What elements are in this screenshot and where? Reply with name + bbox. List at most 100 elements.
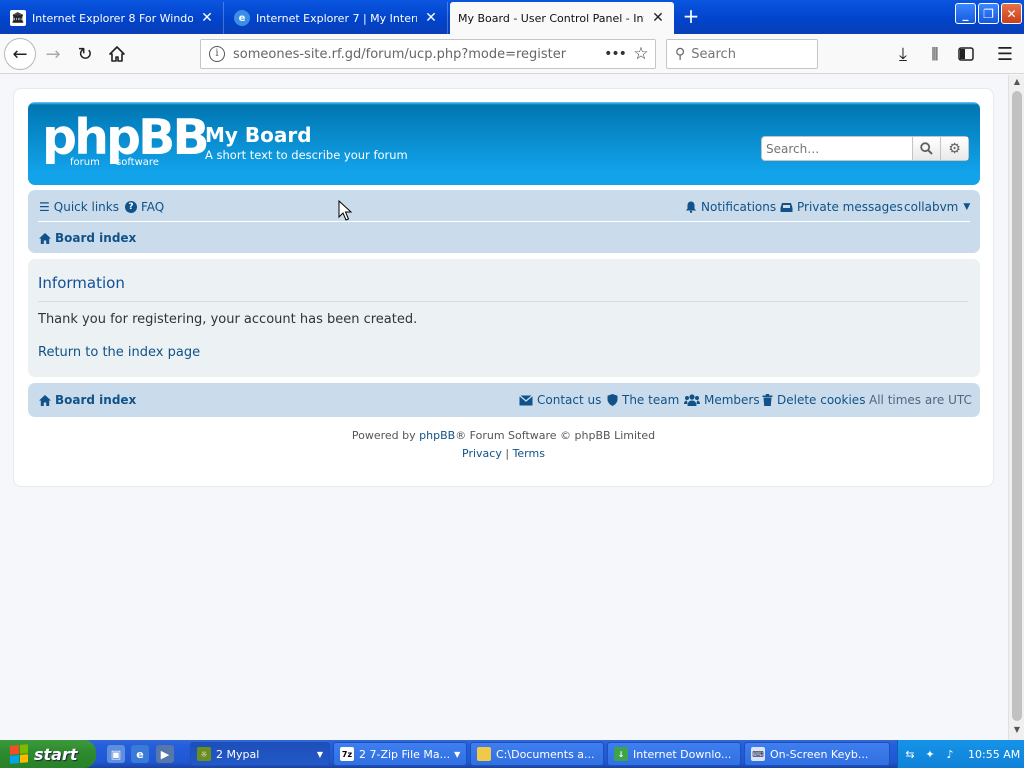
notifications-label: Notifications bbox=[701, 200, 777, 214]
footer-separator: | bbox=[501, 447, 513, 460]
caret-down-icon: ▼ bbox=[316, 749, 323, 759]
start-button[interactable]: start bbox=[0, 740, 96, 768]
browser-tab-my-board[interactable]: My Board - User Control Panel - Informat… bbox=[450, 2, 674, 34]
page-wrap: phpBB forum software My Board A short te… bbox=[13, 88, 994, 487]
quick-links-label: Quick links bbox=[53, 200, 119, 214]
close-tab-icon[interactable]: ✕ bbox=[199, 10, 215, 26]
logo-subtext-left: forum bbox=[70, 157, 100, 168]
home-button[interactable] bbox=[102, 39, 132, 69]
windows-logo-icon bbox=[10, 744, 28, 764]
registration-message: Thank you for registering, your account … bbox=[38, 312, 418, 327]
close-tab-icon[interactable]: ✕ bbox=[650, 10, 666, 26]
private-messages-link[interactable]: Private messages bbox=[780, 200, 903, 214]
board-search-input[interactable] bbox=[762, 137, 912, 160]
contact-us-link[interactable]: Contact us bbox=[519, 393, 601, 407]
page-scrollbar[interactable]: ▲ ▼ bbox=[1008, 75, 1024, 740]
phpbb-logo[interactable]: phpBB forum software bbox=[42, 110, 210, 172]
board-search-button[interactable] bbox=[912, 137, 940, 160]
panel-title: Information bbox=[38, 274, 125, 292]
windows-taskbar: start ▣ e ▶ ☼ 2 Mypal ▼ 7z 2 7-Zip File … bbox=[0, 740, 1024, 768]
hamburger-icon: ☰ bbox=[996, 43, 1014, 65]
browser-search-input[interactable] bbox=[691, 46, 802, 62]
breadcrumb-label: Board index bbox=[55, 231, 137, 245]
sidebar-button[interactable] bbox=[951, 39, 981, 69]
close-tab-icon[interactable]: ✕ bbox=[423, 10, 439, 26]
forum-header: phpBB forum software My Board A short te… bbox=[28, 102, 980, 185]
tab-title: Internet Explorer 8 For Windows XP bbox=[32, 11, 193, 25]
breadcrumb-label: Board index bbox=[55, 393, 137, 407]
back-button[interactable]: ← bbox=[4, 38, 36, 70]
search-icon: ⚲ bbox=[675, 46, 686, 62]
url-text[interactable]: someones-site.rf.gd/forum/ucp.php?mode=r… bbox=[233, 47, 603, 62]
logo-subtext-right: software bbox=[116, 157, 159, 168]
library-button[interactable]: ⫼ bbox=[920, 39, 950, 69]
taskbar-item-explorer-folder[interactable]: C:\Documents a... bbox=[470, 742, 604, 766]
caret-down-icon: ▼ bbox=[963, 202, 971, 212]
browser-tab-ie7[interactable]: e Internet Explorer 7 | My Internet Expl… bbox=[226, 2, 448, 34]
taskbar-item-internet-download-manager[interactable]: ↓ Internet Downlo... bbox=[607, 742, 741, 766]
notifications-link[interactable]: Notifications bbox=[685, 200, 776, 214]
browser-search-box[interactable]: ⚲ bbox=[666, 39, 818, 69]
privacy-link[interactable]: Privacy bbox=[462, 447, 502, 460]
internet-explorer-icon[interactable]: e bbox=[131, 745, 149, 763]
username-label: collabvm bbox=[904, 200, 959, 214]
task-label: Internet Downlo... bbox=[633, 747, 732, 761]
shield-tray-icon[interactable]: ✦ bbox=[922, 746, 938, 762]
bookmark-star-icon[interactable]: ☆ bbox=[627, 44, 655, 64]
show-desktop-icon[interactable]: ▣ bbox=[107, 745, 125, 763]
advanced-search-button[interactable]: ⚙ bbox=[940, 137, 968, 160]
more-actions-icon[interactable]: ••• bbox=[603, 46, 627, 62]
scroll-down-arrow-icon[interactable]: ▼ bbox=[1011, 725, 1023, 737]
shield-icon bbox=[607, 394, 618, 406]
the-team-link[interactable]: The team bbox=[607, 393, 679, 407]
taskbar-item-7zip[interactable]: 7z 2 7-Zip File Ma... ▼ bbox=[333, 742, 467, 766]
maximize-button[interactable]: ❐ bbox=[978, 3, 999, 24]
terms-link[interactable]: Terms bbox=[513, 447, 545, 460]
minimize-button[interactable]: _ bbox=[955, 3, 976, 24]
scroll-up-arrow-icon[interactable]: ▲ bbox=[1011, 77, 1023, 89]
contact-label: Contact us bbox=[537, 393, 602, 407]
delete-cookies-label: Delete cookies bbox=[777, 393, 866, 407]
ie-icon: e bbox=[234, 10, 250, 26]
downloads-button[interactable]: ⤓ bbox=[888, 39, 918, 69]
download-icon: ⤓ bbox=[899, 43, 907, 65]
faq-label: FAQ bbox=[141, 200, 165, 214]
volume-icon[interactable]: ♪ bbox=[942, 746, 958, 762]
taskbar-item-on-screen-keyboard[interactable]: ⌨ On-Screen Keyb... bbox=[744, 742, 890, 766]
close-window-button[interactable]: ✕ bbox=[1001, 3, 1022, 24]
folder-icon bbox=[477, 747, 491, 761]
network-icon[interactable]: ⇆ bbox=[902, 746, 918, 762]
new-tab-button[interactable]: + bbox=[680, 6, 702, 28]
return-to-index-link[interactable]: Return to the index page bbox=[38, 345, 200, 360]
info-icon[interactable]: i bbox=[209, 46, 225, 62]
forward-button[interactable]: → bbox=[38, 39, 68, 69]
quick-links-menu[interactable]: ☰ Quick links bbox=[39, 200, 119, 214]
mouse-cursor-icon bbox=[338, 200, 352, 221]
user-menu[interactable]: collabvm ▼ bbox=[904, 200, 970, 214]
task-label: 2 7-Zip File Ma... bbox=[359, 747, 451, 761]
members-link[interactable]: Members bbox=[684, 393, 760, 407]
home-icon bbox=[39, 232, 51, 244]
breadcrumb-board-index[interactable]: Board index bbox=[39, 231, 136, 245]
phpbb-link[interactable]: phpBB bbox=[419, 429, 455, 442]
reload-button[interactable]: ↻ bbox=[70, 39, 100, 69]
menu-button[interactable]: ☰ bbox=[990, 39, 1020, 69]
media-player-icon[interactable]: ▶ bbox=[156, 745, 174, 763]
footer-links: Privacy | Terms bbox=[14, 447, 993, 460]
page-viewport: phpBB forum software My Board A short te… bbox=[0, 75, 1008, 740]
faq-link[interactable]: ? FAQ bbox=[125, 200, 164, 214]
home-icon bbox=[109, 46, 125, 62]
mypal-icon: ☼ bbox=[197, 747, 211, 761]
timezone-notice: All times are UTC bbox=[869, 393, 972, 407]
forum-navbar: ☰ Quick links ? FAQ Notifications Privat… bbox=[28, 190, 980, 253]
delete-cookies-link[interactable]: Delete cookies bbox=[762, 393, 865, 407]
team-label: The team bbox=[622, 393, 680, 407]
task-label: On-Screen Keyb... bbox=[770, 747, 869, 761]
browser-tab-ie8[interactable]: 🏛 Internet Explorer 8 For Windows XP ✕ bbox=[2, 2, 224, 34]
footer-breadcrumb-board-index[interactable]: Board index bbox=[39, 393, 136, 407]
copyright-prefix: Powered by bbox=[351, 429, 420, 442]
taskbar-item-mypal[interactable]: ☼ 2 Mypal ▼ bbox=[190, 742, 330, 766]
columns-icon: 🏛 bbox=[10, 10, 26, 26]
url-bar[interactable]: i someones-site.rf.gd/forum/ucp.php?mode… bbox=[200, 39, 656, 69]
scrollbar-thumb[interactable] bbox=[1012, 91, 1022, 721]
